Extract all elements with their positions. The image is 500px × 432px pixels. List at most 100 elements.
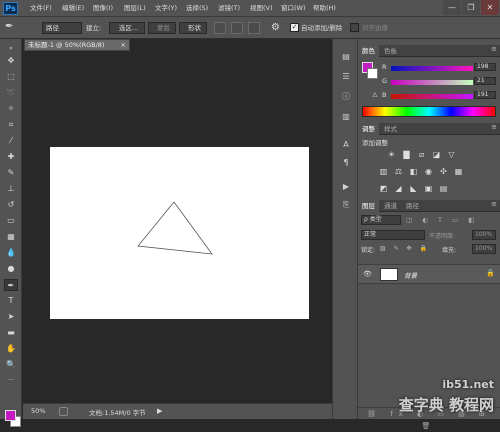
menu-edit[interactable]: 编辑(E) xyxy=(62,3,84,14)
restore-button[interactable]: ❐ xyxy=(462,0,480,15)
tab-channels[interactable]: 通道 xyxy=(380,200,401,212)
gear-icon[interactable]: ⚙ xyxy=(271,21,284,34)
channel-mixer-icon[interactable]: ✣ xyxy=(438,167,449,177)
brush-tool-icon[interactable]: ✎ xyxy=(4,167,18,179)
menu-file[interactable]: 文件(F) xyxy=(30,3,52,14)
blur-tool-icon[interactable]: 💧 xyxy=(4,247,18,259)
r-slider[interactable] xyxy=(391,66,473,71)
color-spectrum-bar[interactable] xyxy=(362,106,496,117)
fill-value[interactable]: 100% xyxy=(472,244,496,254)
color-panel-bg-swatch[interactable] xyxy=(367,68,378,79)
tab-layers[interactable]: 图层 xyxy=(358,200,379,212)
move-tool-icon[interactable]: ✥ xyxy=(4,55,18,67)
menu-type[interactable]: 文字(Y) xyxy=(155,3,177,14)
lock-icons[interactable]: ▨ ✎ ✥ 🔒 xyxy=(380,245,430,252)
curves-icon[interactable]: ⧄ xyxy=(416,150,427,160)
path-triangle[interactable] xyxy=(50,147,309,319)
posterize-icon[interactable]: ◢ xyxy=(393,184,404,194)
menu-window[interactable]: 窗口(W) xyxy=(281,3,306,14)
tab-color[interactable]: 颜色 xyxy=(358,45,379,57)
properties-panel-icon[interactable]: ☰ xyxy=(340,71,352,83)
align-edges-checkbox[interactable] xyxy=(350,23,359,32)
opacity-value[interactable]: 100% xyxy=(472,230,496,240)
tab-styles[interactable]: 样式 xyxy=(380,123,401,135)
minimize-button[interactable]: — xyxy=(443,0,461,15)
selective-color-icon[interactable]: ▣ xyxy=(423,184,434,194)
gradient-tool-icon[interactable]: ▦ xyxy=(4,231,18,243)
r-value[interactable]: 198 xyxy=(474,63,496,71)
blend-mode-select[interactable]: 正常 xyxy=(361,230,425,240)
eye-visibility-icon[interactable]: 👁 xyxy=(363,270,372,278)
paragraph-panel-icon[interactable]: ¶ xyxy=(340,157,352,169)
status-info-icon[interactable] xyxy=(59,407,68,416)
path-mode-select[interactable]: 路径 xyxy=(42,22,82,34)
layers-panel-menu-icon[interactable]: ≡ xyxy=(491,200,497,208)
pen-tool-icon[interactable]: ✒ xyxy=(5,21,19,35)
marquee-tool-icon[interactable]: ⬚ xyxy=(4,71,18,83)
clone-source-panel-icon[interactable]: ⎘ xyxy=(340,199,352,211)
document-tab[interactable]: 未标题-1 @ 50%(RGB/8) × xyxy=(24,39,130,51)
pen-tool-active-icon[interactable]: ✒ xyxy=(4,279,18,291)
more-tools-icon[interactable]: ··· xyxy=(4,375,18,387)
menu-select[interactable]: 选择(S) xyxy=(186,3,208,14)
threshold-icon[interactable]: ◣ xyxy=(408,184,419,194)
status-menu-arrow-icon[interactable]: ▶ xyxy=(157,407,162,415)
color-balance-icon[interactable]: ⚖ xyxy=(393,167,404,177)
path-selection-icon[interactable]: ➤ xyxy=(4,311,18,323)
layer-kind-filter[interactable]: ρ 类型 xyxy=(361,215,401,225)
history-panel-icon[interactable]: ▤ xyxy=(340,51,352,63)
foreground-color-swatch[interactable] xyxy=(5,410,16,421)
type-tool-icon[interactable]: T xyxy=(4,295,18,307)
eraser-tool-icon[interactable]: ▭ xyxy=(4,215,18,227)
levels-icon[interactable]: ▇ xyxy=(401,150,412,160)
gradient-map-icon[interactable]: ▤ xyxy=(438,184,449,194)
brightness-contrast-icon[interactable]: ☀ xyxy=(386,150,397,160)
character-panel-icon[interactable]: A xyxy=(340,139,352,151)
menu-filter[interactable]: 滤镜(T) xyxy=(218,3,240,14)
path-operations-icon[interactable] xyxy=(214,22,226,34)
zoom-tool-icon[interactable]: 🔍 xyxy=(4,359,18,371)
tab-close-icon[interactable]: × xyxy=(121,40,126,50)
hand-tool-icon[interactable]: ✋ xyxy=(4,343,18,355)
tab-swatches[interactable]: 色板 xyxy=(380,45,401,57)
selection-button[interactable]: 选区... xyxy=(109,22,145,34)
path-alignment-icon[interactable] xyxy=(231,22,243,34)
black-white-icon[interactable]: ◧ xyxy=(408,167,419,177)
color-lookup-icon[interactable]: ▦ xyxy=(453,167,464,177)
layer-filter-icons[interactable]: ◫ ◐ T ▭ ◧ xyxy=(406,215,494,225)
menu-image[interactable]: 图像(I) xyxy=(93,3,113,14)
g-value[interactable]: 21 xyxy=(474,77,496,85)
lasso-tool-icon[interactable]: ➰ xyxy=(4,87,18,99)
toolbox-collapse-icon[interactable]: » xyxy=(4,43,18,55)
exposure-icon[interactable]: ◪ xyxy=(431,150,442,160)
menu-view[interactable]: 视图(V) xyxy=(250,3,273,14)
mask-button[interactable]: 蒙版 xyxy=(148,22,176,34)
invert-icon[interactable]: ◩ xyxy=(378,184,389,194)
hue-saturation-icon[interactable]: ▥ xyxy=(378,167,389,177)
b-slider[interactable] xyxy=(391,94,473,99)
eyedropper-tool-icon[interactable]: ⁄ xyxy=(4,135,18,147)
actions-panel-icon[interactable]: ▶ xyxy=(340,181,352,193)
panel-menu-icon[interactable]: ≡ xyxy=(491,45,497,53)
magic-wand-icon[interactable]: ✧ xyxy=(4,103,18,115)
auto-add-checkbox[interactable]: ✓ xyxy=(290,23,299,32)
brush-panel-icon[interactable]: ▥ xyxy=(340,111,352,123)
b-value[interactable]: 191 xyxy=(474,91,496,99)
tab-paths[interactable]: 路径 xyxy=(402,200,423,212)
path-arrangement-icon[interactable] xyxy=(248,22,260,34)
history-brush-icon[interactable]: ↺ xyxy=(4,199,18,211)
menu-help[interactable]: 帮助(H) xyxy=(313,3,336,14)
shape-button[interactable]: 形状 xyxy=(179,22,207,34)
crop-tool-icon[interactable]: ⌗ xyxy=(4,119,18,131)
photo-filter-icon[interactable]: ◉ xyxy=(423,167,434,177)
layer-row-background[interactable]: 👁 背景 🔒 xyxy=(358,264,500,284)
g-slider[interactable] xyxy=(391,80,473,85)
warning-icon[interactable]: ⚠ xyxy=(372,91,378,99)
adjust-panel-menu-icon[interactable]: ≡ xyxy=(491,123,497,131)
layer-name[interactable]: 背景 xyxy=(404,270,417,280)
zoom-level[interactable]: 50% xyxy=(31,407,45,415)
menu-layer[interactable]: 图层(L) xyxy=(124,3,146,14)
vibrance-icon[interactable]: ▽ xyxy=(446,150,457,160)
dodge-tool-icon[interactable]: ● xyxy=(4,263,18,275)
healing-brush-icon[interactable]: ✚ xyxy=(4,151,18,163)
